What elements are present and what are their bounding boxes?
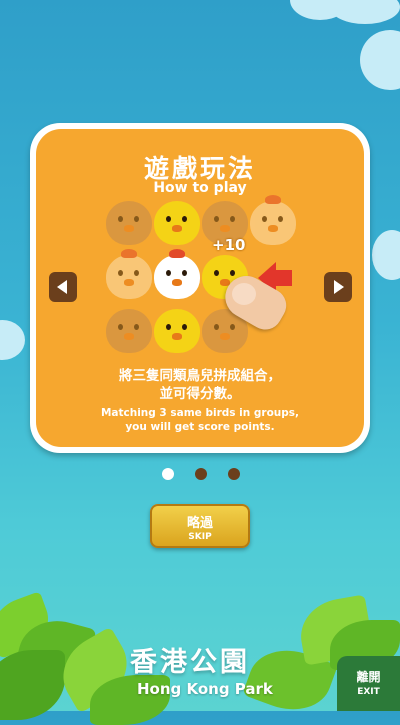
instruction-zh: 將三隻同類鳥兒拼成組合， 並可得分數。 xyxy=(119,368,281,402)
next-page-button[interactable] xyxy=(324,272,352,302)
bird-icon xyxy=(106,309,152,353)
skip-button[interactable]: 略過 SKIP xyxy=(150,504,250,548)
bird-icon xyxy=(250,195,296,245)
tutorial-card: 遊戲玩法 How to play +10 將三隻同類鳥兒拼成組合， 並可得分數。… xyxy=(36,129,364,447)
bird-icon xyxy=(154,249,200,299)
tutorial-dialog: 遊戲玩法 How to play +10 將三隻同類鳥兒拼成組合， 並可得分數。… xyxy=(30,123,370,453)
skip-label-zh: 略過 xyxy=(186,516,213,531)
exit-label-en: EXIT xyxy=(357,687,380,697)
finger-nail xyxy=(232,283,256,305)
page-dot-1[interactable] xyxy=(162,468,174,480)
park-name-zh: 香港公園 xyxy=(130,647,250,678)
score-popup: +10 xyxy=(212,236,246,254)
instruction-en: Matching 3 same birds in groups, you wil… xyxy=(100,407,300,433)
dialog-title-en: How to play xyxy=(153,180,247,196)
skip-label-en: SKIP xyxy=(188,532,212,542)
page-dot-3[interactable] xyxy=(228,468,240,480)
exit-label-zh: 離開 xyxy=(356,670,381,684)
park-name-en: Hong Kong Park xyxy=(137,680,273,698)
page-dot-2[interactable] xyxy=(195,468,207,480)
bird-icon xyxy=(106,249,152,299)
prev-page-button[interactable] xyxy=(49,272,77,302)
cloud xyxy=(0,320,25,360)
cloud xyxy=(360,30,400,90)
cloud xyxy=(372,230,400,280)
bird-icon xyxy=(154,201,200,245)
exit-button[interactable]: 離開 EXIT xyxy=(337,656,400,711)
cloud xyxy=(330,0,400,24)
bird-icon xyxy=(106,201,152,245)
red-arrow-tail xyxy=(274,270,292,286)
bird-icon xyxy=(154,309,200,353)
foliage xyxy=(0,650,65,720)
